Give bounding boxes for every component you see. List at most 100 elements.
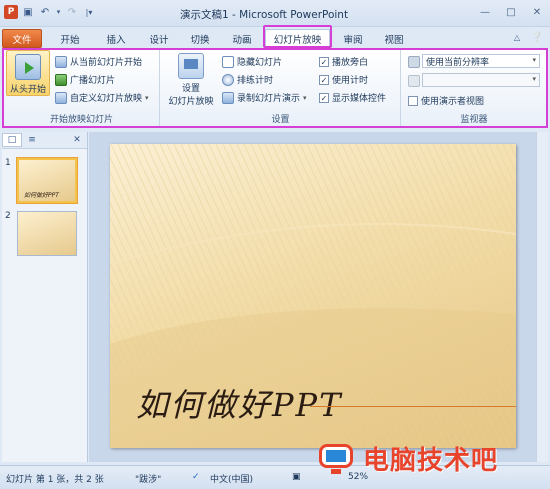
spellcheck-icon[interactable]: ✓ bbox=[192, 472, 200, 482]
tab-insert[interactable]: 插入 bbox=[97, 29, 135, 48]
theme-name[interactable]: "跋涉" bbox=[135, 472, 161, 485]
monitor-dropdown-arrow-icon: ▾ bbox=[532, 75, 536, 83]
show-on-monitor-dropdown[interactable]: ▾ bbox=[422, 73, 540, 87]
custom-slideshow-icon bbox=[55, 91, 67, 104]
outline-tab-icon[interactable]: ≡ bbox=[22, 133, 42, 147]
resolution-value: 使用当前分辨率 bbox=[426, 57, 490, 68]
tab-home[interactable]: 开始 bbox=[51, 29, 89, 48]
hide-slide-button[interactable]: 隐藏幻灯片 bbox=[222, 55, 282, 68]
play-narrations-checkbox[interactable]: ✓ 播放旁白 bbox=[319, 55, 368, 68]
custom-slideshow-button[interactable]: 自定义幻灯片放映 ▾ bbox=[55, 91, 149, 104]
tab-view[interactable]: 视图 bbox=[375, 29, 413, 48]
thumbnail-number: 2 bbox=[5, 211, 11, 221]
thumbnail-slide-1[interactable]: 1 如何做好PPT bbox=[5, 158, 77, 203]
custom-slideshow-dropdown-icon: ▾ bbox=[145, 93, 149, 102]
presenter-view-label: 使用演示者视图 bbox=[421, 97, 485, 107]
help-icon[interactable]: ❔ bbox=[530, 30, 544, 44]
setup-label-line1: 设置 bbox=[181, 84, 200, 94]
undo-icon[interactable]: ↶ bbox=[38, 5, 52, 19]
slide-canvas[interactable]: 如何做好PPT bbox=[110, 144, 516, 448]
show-media-label: 显示媒体控件 bbox=[332, 94, 387, 104]
use-timings-check-icon: ✓ bbox=[319, 74, 329, 85]
slides-pane: □ ≡ ✕ 1 如何做好PPT 2 bbox=[2, 132, 88, 462]
presenter-view-checkbox[interactable]: 使用演示者视图 bbox=[408, 94, 484, 107]
minimize-icon[interactable]: — bbox=[476, 4, 494, 20]
group-setup: 设置 幻灯片放映 隐藏幻灯片 排练计时 录制幻灯片演示 ▾ ✓ 播放旁白 ✓ 使… bbox=[161, 50, 401, 126]
watermark: 电脑技术吧 bbox=[317, 440, 498, 477]
tab-design[interactable]: 设计 bbox=[140, 29, 178, 48]
window-controls: — □ ✕ bbox=[476, 4, 546, 20]
close-pane-icon[interactable]: ✕ bbox=[67, 133, 87, 147]
tab-animations[interactable]: 动画 bbox=[223, 29, 261, 48]
presenter-view-check-icon bbox=[408, 95, 418, 106]
language-indicator[interactable]: 中文(中国) bbox=[210, 472, 253, 485]
show-media-check-icon: ✓ bbox=[319, 92, 329, 103]
title-underline bbox=[310, 406, 516, 407]
thumbnail-caption: 如何做好PPT bbox=[24, 192, 59, 199]
watermark-text: 电脑技术吧 bbox=[363, 446, 499, 476]
window-title: 演示文稿1 - Microsoft PowerPoint bbox=[180, 9, 349, 21]
redo-icon[interactable]: ↷ bbox=[65, 5, 79, 19]
resolution-dropdown-arrow-icon: ▾ bbox=[532, 56, 536, 64]
play-narrations-label: 播放旁白 bbox=[332, 58, 369, 68]
use-timings-checkbox[interactable]: ✓ 使用计时 bbox=[319, 73, 368, 86]
tab-slideshow[interactable]: 幻灯片放映 bbox=[265, 29, 330, 48]
tab-review[interactable]: 审阅 bbox=[334, 29, 372, 48]
group-monitors-label: 监视器 bbox=[460, 115, 488, 125]
record-slideshow-icon bbox=[222, 91, 234, 104]
resolution-icon bbox=[408, 56, 420, 68]
slides-tab-icon[interactable]: □ bbox=[2, 133, 22, 147]
vertical-scrollbar[interactable] bbox=[536, 132, 548, 462]
record-label: 录制幻灯片演示 bbox=[237, 94, 301, 104]
resolution-dropdown[interactable]: 使用当前分辨率 ▾ bbox=[422, 54, 540, 68]
thumbnail-image: 如何做好PPT bbox=[17, 158, 77, 203]
hide-slide-label: 隐藏幻灯片 bbox=[237, 58, 283, 68]
ribbon-slideshow: 从头开始 从当前幻灯片开始 广播幻灯片 自定义幻灯片放映 ▾ 开始放映幻灯片 设… bbox=[2, 48, 548, 128]
customize-qat-icon[interactable]: |▾ bbox=[82, 5, 96, 19]
from-beginning-label: 从头开始 bbox=[9, 85, 46, 95]
pane-tabs: □ ≡ ✕ bbox=[2, 132, 87, 149]
slide-title[interactable]: 如何做好PPT bbox=[136, 380, 342, 426]
maximize-icon[interactable]: □ bbox=[502, 4, 520, 20]
group-setup-label: 设置 bbox=[271, 115, 290, 125]
group-monitors: 使用当前分辨率 ▾ ▾ 使用演示者视图 监视器 bbox=[402, 50, 546, 126]
tab-file[interactable]: 文件 bbox=[2, 29, 42, 48]
rehearse-timings-icon bbox=[222, 73, 234, 86]
rehearse-label: 排练计时 bbox=[237, 76, 274, 86]
show-media-controls-checkbox[interactable]: ✓ 显示媒体控件 bbox=[319, 91, 386, 104]
powerpoint-logo-icon[interactable]: P bbox=[4, 5, 18, 19]
thumbnail-number: 1 bbox=[5, 158, 11, 168]
collapse-ribbon-icon[interactable]: △ bbox=[510, 30, 524, 44]
custom-slideshow-label: 自定义幻灯片放映 bbox=[70, 94, 143, 104]
play-from-current-icon bbox=[55, 55, 67, 68]
rehearse-timings-button[interactable]: 排练计时 bbox=[222, 73, 273, 86]
hide-slide-icon bbox=[222, 55, 234, 68]
from-current-label: 从当前幻灯片开始 bbox=[70, 58, 143, 68]
save-icon[interactable]: ▣ bbox=[21, 5, 35, 19]
from-beginning-button[interactable]: 从头开始 bbox=[6, 50, 50, 96]
broadcast-label: 广播幻灯片 bbox=[70, 76, 116, 86]
close-icon[interactable]: ✕ bbox=[528, 4, 546, 20]
play-narrations-check-icon: ✓ bbox=[319, 56, 329, 67]
record-slideshow-button[interactable]: 录制幻灯片演示 ▾ bbox=[222, 91, 307, 104]
broadcast-slideshow-button[interactable]: 广播幻灯片 bbox=[55, 73, 115, 86]
undo-dropdown-icon[interactable]: ▾ bbox=[55, 5, 62, 19]
use-timings-label: 使用计时 bbox=[332, 76, 369, 86]
ribbon-tabs: 文件 开始 插入 设计 切换 动画 幻灯片放映 审阅 视图 bbox=[0, 27, 550, 49]
slide-editing-area: 如何做好PPT bbox=[89, 132, 548, 462]
record-dropdown-icon: ▾ bbox=[303, 93, 307, 102]
setup-slideshow-icon bbox=[178, 53, 204, 79]
slideshow-play-icon bbox=[15, 54, 41, 80]
quick-access-toolbar: P ▣ ↶ ▾ ↷ |▾ bbox=[4, 5, 96, 19]
normal-view-icon[interactable]: ▣ bbox=[292, 472, 301, 482]
from-current-slide-button[interactable]: 从当前幻灯片开始 bbox=[55, 55, 142, 68]
thumbnail-image bbox=[17, 211, 77, 256]
broadcast-icon bbox=[55, 73, 67, 86]
title-bar: P ▣ ↶ ▾ ↷ |▾ 演示文稿1 - Microsoft PowerPoin… bbox=[0, 0, 550, 27]
setup-slideshow-button[interactable]: 设置 幻灯片放映 bbox=[165, 53, 217, 107]
tab-transitions[interactable]: 切换 bbox=[181, 29, 219, 48]
watermark-logo-icon bbox=[317, 442, 359, 476]
group-start-label: 开始放映幻灯片 bbox=[49, 115, 113, 125]
slide-number-info: 幻灯片 第 1 张，共 2 张 bbox=[6, 475, 104, 485]
thumbnail-slide-2[interactable]: 2 bbox=[5, 211, 77, 256]
